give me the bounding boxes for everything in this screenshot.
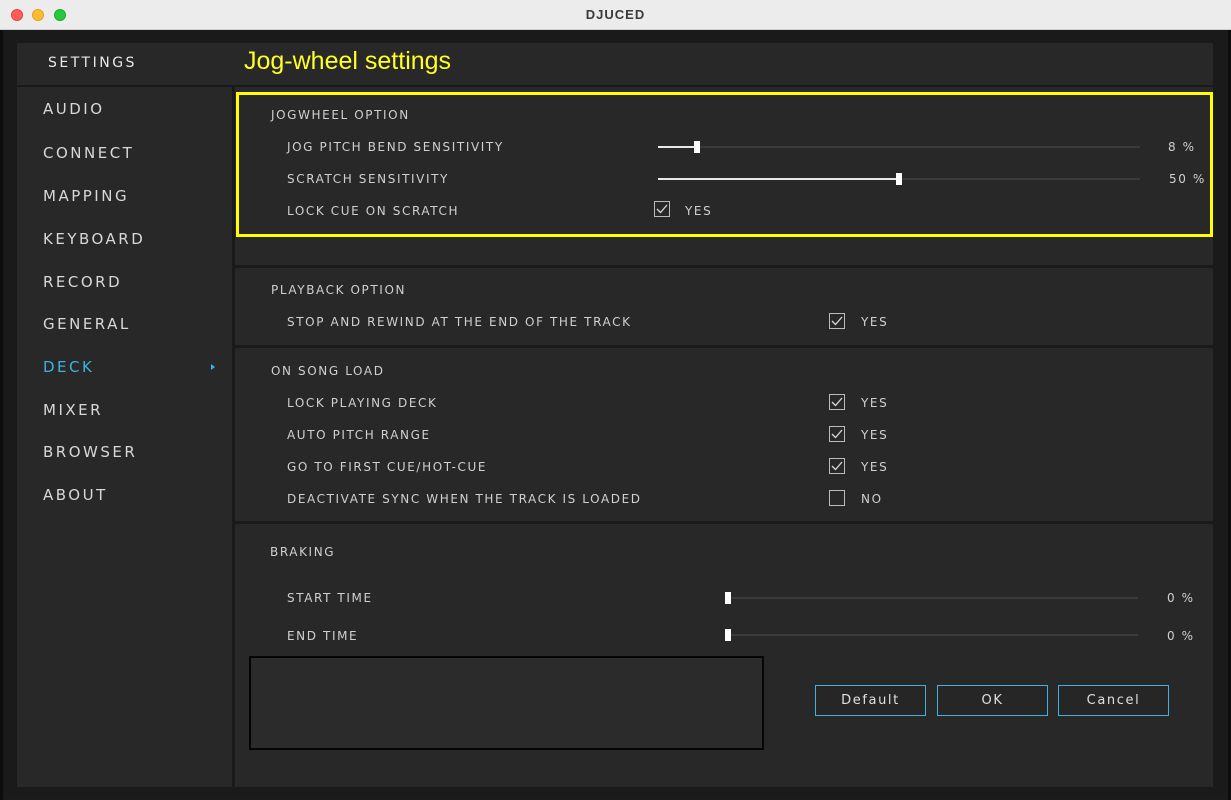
title-bar: DJUCED bbox=[0, 0, 1231, 30]
settings-window: SETTINGS Jog-wheel settings AUDIO CONNEC… bbox=[3, 30, 1228, 797]
pitch-bend-label: JOG PITCH BEND SENSITIVITY bbox=[287, 140, 504, 154]
start-time-slider[interactable] bbox=[725, 592, 1138, 604]
stop-rewind-label: STOP AND REWIND AT THE END OF THE TRACK bbox=[287, 315, 632, 329]
end-time-value: 0 % bbox=[1167, 629, 1195, 643]
checkmark-icon bbox=[831, 461, 843, 471]
checkmark-icon bbox=[656, 204, 668, 214]
lock-playing-checkbox[interactable] bbox=[829, 394, 845, 410]
sidebar-item-keyboard[interactable]: KEYBOARD bbox=[43, 230, 145, 248]
scratch-slider-fill bbox=[658, 178, 899, 180]
first-cue-label: GO TO FIRST CUE/HOT-CUE bbox=[287, 460, 488, 474]
braking-heading: BRAKING bbox=[270, 545, 336, 559]
page-title: Jog-wheel settings bbox=[244, 47, 452, 75]
first-cue-value: YES bbox=[861, 460, 889, 474]
sidebar-item-mixer[interactable]: MIXER bbox=[43, 401, 103, 419]
lock-cue-checkbox[interactable] bbox=[654, 201, 670, 217]
end-time-slider[interactable] bbox=[725, 629, 1138, 641]
window-title: DJUCED bbox=[585, 7, 646, 22]
first-cue-checkbox[interactable] bbox=[829, 458, 845, 474]
playback-heading: PLAYBACK OPTION bbox=[271, 283, 407, 297]
chevron-right-icon bbox=[211, 364, 215, 370]
jogwheel-heading: JOGWHEEL OPTION bbox=[271, 108, 410, 122]
sidebar-item-about[interactable]: ABOUT bbox=[43, 486, 108, 504]
cancel-button[interactable]: Cancel bbox=[1058, 685, 1169, 716]
deactivate-sync-checkbox[interactable] bbox=[829, 490, 845, 506]
sidebar: AUDIO CONNECT MAPPING KEYBOARD RECORD GE… bbox=[17, 87, 232, 787]
start-time-slider-handle[interactable] bbox=[725, 592, 731, 604]
auto-pitch-label: AUTO PITCH RANGE bbox=[287, 428, 431, 442]
song-load-heading: ON SONG LOAD bbox=[271, 364, 385, 378]
start-time-label: START TIME bbox=[287, 591, 373, 605]
pitch-bend-slider-fill bbox=[658, 146, 697, 148]
start-time-value: 0 % bbox=[1167, 591, 1195, 605]
checkmark-icon bbox=[831, 397, 843, 407]
header-bar bbox=[17, 43, 1213, 85]
section-divider bbox=[235, 521, 1213, 524]
lock-cue-value: YES bbox=[685, 204, 713, 218]
sidebar-item-record[interactable]: RECORD bbox=[43, 273, 122, 291]
deactivate-sync-label: DEACTIVATE SYNC WHEN THE TRACK IS LOADED bbox=[287, 492, 642, 506]
auto-pitch-checkbox[interactable] bbox=[829, 426, 845, 442]
preview-panel bbox=[249, 656, 764, 750]
sidebar-item-deck-label: DECK bbox=[43, 358, 95, 376]
default-button[interactable]: Default bbox=[815, 685, 926, 716]
lock-playing-label: LOCK PLAYING DECK bbox=[287, 396, 438, 410]
end-time-slider-handle[interactable] bbox=[725, 629, 731, 641]
pitch-bend-value: 8 % bbox=[1168, 140, 1196, 154]
checkmark-icon bbox=[831, 429, 843, 439]
pitch-bend-slider-handle[interactable] bbox=[693, 141, 700, 153]
sidebar-item-general[interactable]: GENERAL bbox=[43, 315, 131, 333]
scratch-label: SCRATCH SENSITIVITY bbox=[287, 172, 449, 186]
pitch-bend-slider[interactable] bbox=[658, 141, 1140, 153]
settings-content: JOGWHEEL OPTION JOG PITCH BEND SENSITIVI… bbox=[235, 87, 1213, 787]
stop-rewind-value: YES bbox=[861, 315, 889, 329]
deactivate-sync-value: NO bbox=[861, 492, 883, 506]
settings-heading: SETTINGS bbox=[48, 55, 137, 71]
ok-button[interactable]: OK bbox=[937, 685, 1048, 716]
lock-playing-value: YES bbox=[861, 396, 889, 410]
section-divider bbox=[235, 345, 1213, 348]
end-time-label: END TIME bbox=[287, 629, 359, 643]
sidebar-item-mapping[interactable]: MAPPING bbox=[43, 187, 129, 205]
checkmark-icon bbox=[831, 316, 843, 326]
sidebar-item-connect[interactable]: CONNECT bbox=[43, 144, 134, 162]
sidebar-item-deck[interactable]: DECK bbox=[43, 358, 215, 376]
lock-cue-label: LOCK CUE ON SCRATCH bbox=[287, 204, 460, 218]
sidebar-item-audio[interactable]: AUDIO bbox=[43, 100, 105, 118]
scratch-value: 50 % bbox=[1169, 172, 1206, 186]
section-divider bbox=[235, 265, 1213, 268]
auto-pitch-value: YES bbox=[861, 428, 889, 442]
scratch-slider-handle[interactable] bbox=[896, 173, 902, 185]
scratch-slider[interactable] bbox=[658, 173, 1140, 185]
sidebar-item-browser[interactable]: BROWSER bbox=[43, 443, 137, 461]
stop-rewind-checkbox[interactable] bbox=[829, 313, 845, 329]
